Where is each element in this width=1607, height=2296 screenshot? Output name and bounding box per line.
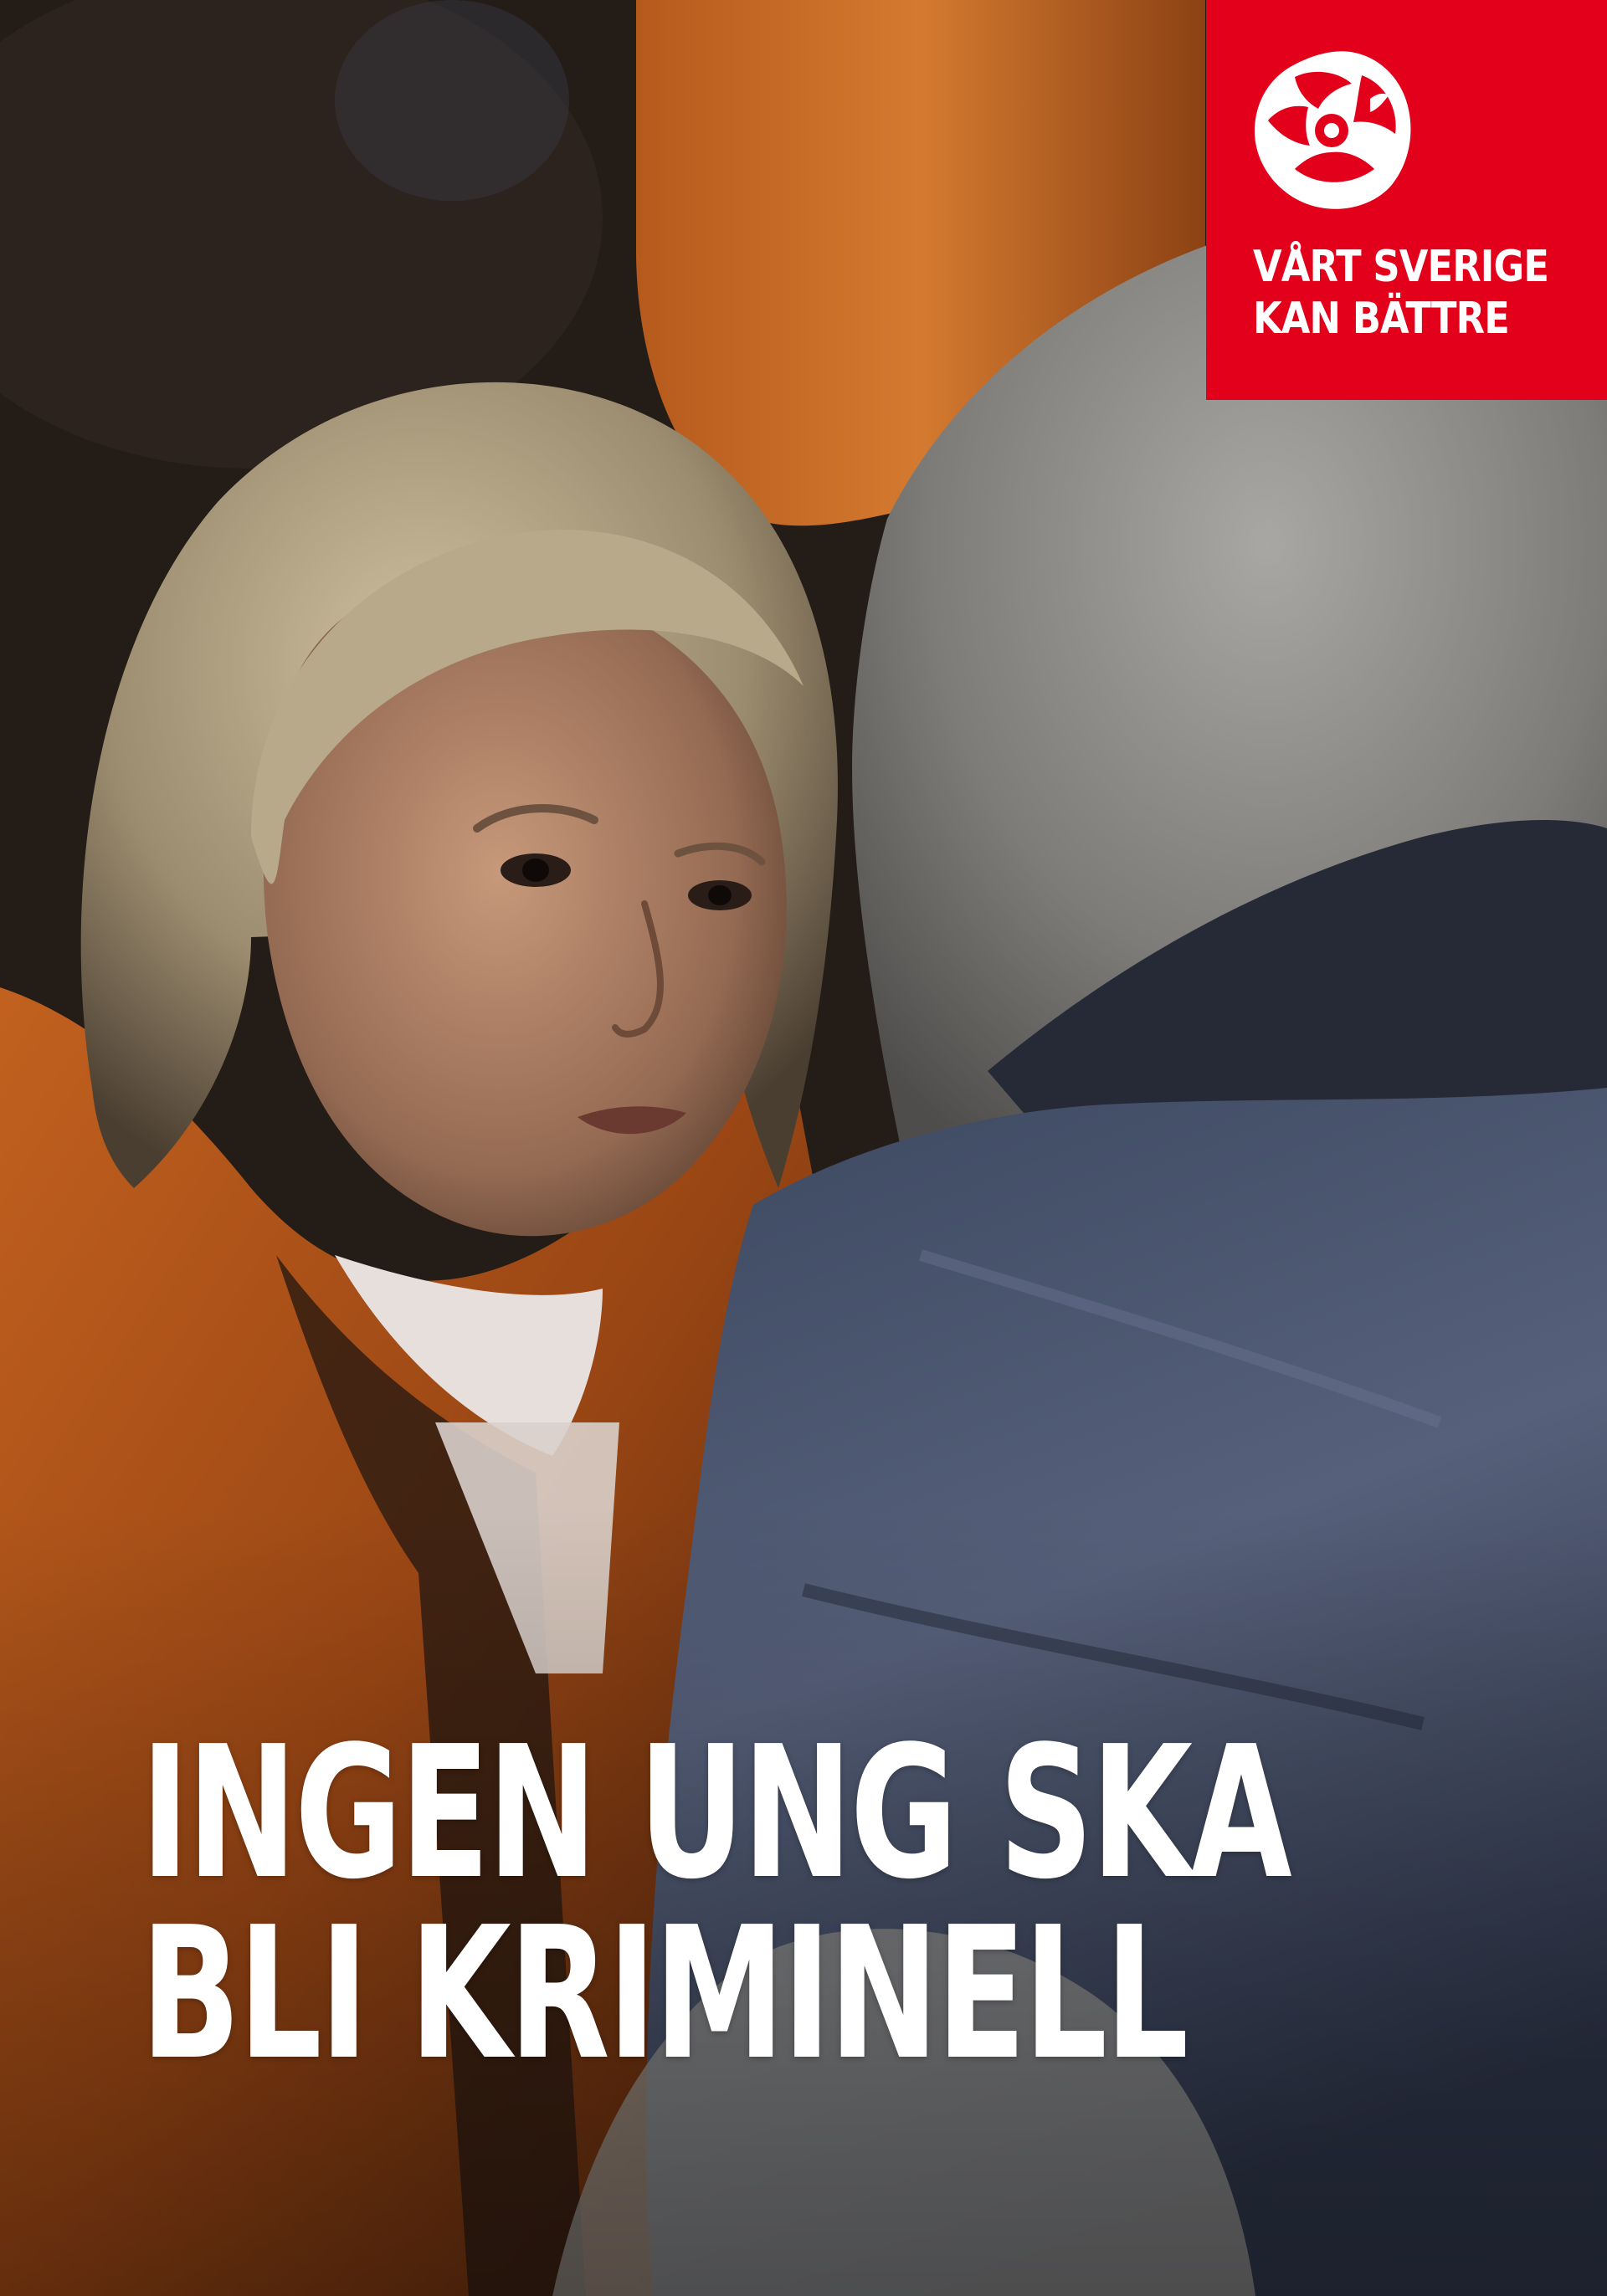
slogan-line-2: KAN BÄTTRE [1253,294,1510,344]
badge-slogan: VÅRT SVERIGE KAN BÄTTRE [1253,241,1549,345]
poster-headline: INGEN UNG SKA BLI KRIMINELL [141,1708,1292,2100]
rose-icon [1255,51,1411,209]
headline-line-2: BLI KRIMINELL [141,1889,1189,2100]
headline-line-1: INGEN UNG SKA [141,1708,1292,1919]
campaign-poster: VÅRT SVERIGE KAN BÄTTRE INGEN UNG SKA BL… [0,0,1607,2296]
campaign-badge: VÅRT SVERIGE KAN BÄTTRE [1206,0,1607,400]
slogan-line-1: VÅRT SVERIGE [1253,242,1549,292]
